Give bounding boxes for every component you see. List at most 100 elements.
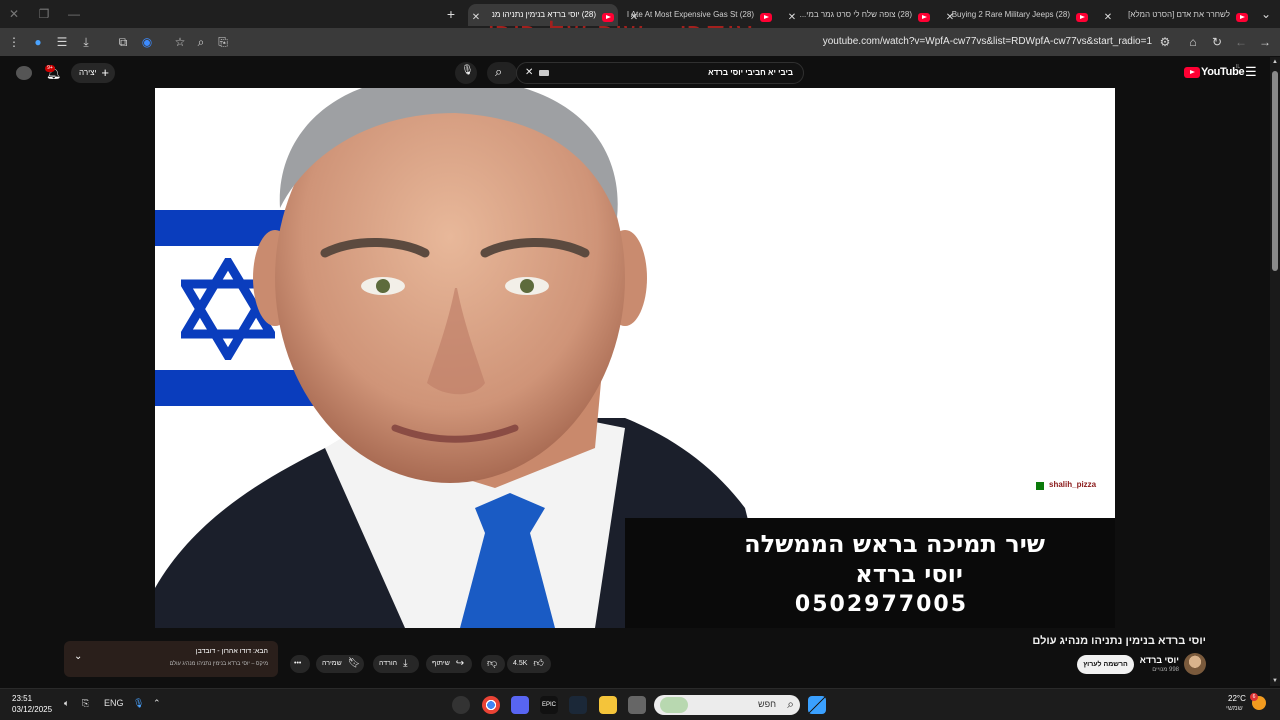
weather-description[interactable]: שמשי — [1226, 705, 1243, 712]
country-code: IL — [1236, 64, 1241, 70]
language-indicator[interactable]: ENG — [104, 698, 124, 708]
menu-dots-icon[interactable]: ⋮ — [6, 34, 22, 50]
forward-arrow-icon[interactable]: ← — [1233, 34, 1249, 50]
create-button[interactable]: יצירה + — [71, 63, 115, 83]
tab-search-chevron-icon[interactable]: ⌄ — [1258, 6, 1274, 22]
tray-overflow-chevron-icon[interactable]: ⌃ — [153, 698, 161, 709]
weather-badge: 6 — [1250, 693, 1258, 701]
up-next-card[interactable]: ⌄ הבא: דודו אהרון - דובדבן מיקס – יוסי ב… — [64, 641, 278, 677]
up-next-title: הבא: דודו אהרון - דובדבן — [195, 648, 268, 655]
chrome-icon[interactable] — [482, 696, 500, 714]
avatar[interactable] — [16, 66, 32, 80]
clock-time[interactable]: 23:51 — [12, 694, 32, 703]
video-info-bar: יוסי ברדא בנימין נתניהו מנהיג עולם יוסי … — [0, 628, 1280, 686]
caption-line-2: יוסי ברדא — [855, 560, 963, 588]
tab-close-icon[interactable]: ✕ — [786, 12, 798, 24]
recording-app-icon[interactable] — [452, 696, 470, 714]
tab-close-icon[interactable]: ✕ — [470, 12, 482, 24]
search-placeholder: חפש — [758, 699, 776, 709]
more-actions-button[interactable]: ••• — [290, 655, 310, 673]
channel-name[interactable]: יוסי ברדא — [1140, 655, 1179, 665]
extensions-icon[interactable]: ⧉ — [115, 34, 131, 50]
close-window-icon[interactable]: ✕ — [6, 6, 22, 22]
download-icon: ⤓ — [403, 658, 408, 669]
address-bar[interactable]: youtube.com/watch?v=WpfA-cw77vs&list=RDW… — [800, 36, 1152, 47]
voice-search-button[interactable]: 🎙︎ — [455, 62, 477, 84]
clear-search-icon[interactable]: ✕ — [525, 67, 533, 78]
scroll-down-icon[interactable]: ▼ — [1272, 678, 1278, 684]
up-next-subtitle: מיקס – יוסי ברדא בנימין נתניהו מנהיג עול… — [169, 661, 268, 667]
youtube-logo-icon[interactable] — [1184, 67, 1200, 78]
file-explorer-icon[interactable] — [599, 696, 617, 714]
zoom-icon[interactable]: ⌕ — [193, 34, 209, 50]
reading-list-icon[interactable]: ☰ — [54, 34, 70, 50]
download-button[interactable]: הורדה ⤓ — [373, 655, 419, 673]
network-icon[interactable]: ⎘ — [82, 698, 89, 709]
download-icon[interactable]: ⤓ — [78, 34, 94, 50]
create-label: יצירה — [79, 68, 97, 77]
share-arrow-icon: ↪ — [455, 658, 465, 669]
windows-start-icon[interactable] — [808, 696, 826, 714]
taskbar-search-input[interactable]: חפש ⌕ — [654, 695, 800, 715]
caption-phone: 0502977005 — [794, 592, 968, 617]
volume-icon[interactable]: 🔈︎ — [64, 698, 69, 709]
chevron-down-icon[interactable]: ⌄ — [74, 651, 82, 662]
page-scrollbar[interactable]: ▲ ▼ — [1270, 57, 1280, 686]
video-player[interactable]: שיר תמיכה בראש הממשלה יוסי ברדא 05029770… — [155, 88, 1115, 628]
bookmark-star-icon[interactable]: ☆ — [172, 34, 188, 50]
new-tab-icon[interactable]: + — [443, 6, 459, 22]
video-title: יוסי ברדא בנימין נתניהו מנהיג עולם — [1032, 635, 1206, 647]
like-button[interactable]: 4.5K 👍︎ — [507, 655, 551, 673]
tab-military-jeeps[interactable]: ✕ (28) Buying 2 Rare Military Jeeps — [942, 4, 1092, 26]
youtube-header: 🔔︎ 9+ יצירה + 🎙︎ ⌕ ✕ ביבי יא חביבי יוסי … — [0, 57, 1280, 89]
minimize-window-icon[interactable]: — — [66, 6, 82, 22]
keyboard-icon[interactable] — [539, 70, 549, 76]
microphone-icon: 🎙︎ — [461, 65, 474, 76]
weather-temperature[interactable]: 22°C — [1228, 694, 1246, 703]
like-count: 4.5K — [513, 660, 528, 667]
save-button[interactable]: שמירה 🔖︎ — [316, 655, 364, 673]
tab-close-icon[interactable]: ✕ — [1102, 12, 1114, 24]
tab-free-adam[interactable]: ✕ לשחרר את אדם [הסרט המלא] — [1100, 4, 1252, 26]
back-arrow-icon[interactable]: → — [1257, 34, 1273, 50]
search-input[interactable]: ✕ ביבי יא חביבי יוסי ברדא — [516, 62, 804, 84]
restore-window-icon[interactable]: ❐ — [36, 6, 52, 22]
youtube-favicon-icon — [1236, 13, 1248, 22]
channel-avatar[interactable] — [1184, 653, 1206, 675]
steam-icon[interactable] — [569, 696, 587, 714]
thumbs-up-icon: 👍︎ — [533, 658, 544, 669]
shield-extension-icon[interactable]: ◉ — [139, 34, 155, 50]
search-icon: ⌕ — [495, 64, 503, 79]
caption-line-1: שיר תמיכה בראש הממשלה — [744, 530, 1045, 558]
tab-label: (28) צופה שלח לי סרט גמר במי... — [799, 10, 912, 19]
thumbs-down-icon: 👎︎ — [487, 658, 498, 669]
discord-icon[interactable] — [511, 696, 529, 714]
epic-games-icon[interactable]: EPIC — [540, 696, 558, 714]
save-label: שמירה — [322, 660, 342, 667]
tab-viewer-sent[interactable]: ✕ (28) צופה שלח לי סרט גמר במי... — [784, 4, 934, 26]
search-button[interactable]: ⌕ — [487, 62, 517, 84]
watermark-logo-icon — [1036, 482, 1044, 490]
download-label: הורדה — [379, 660, 398, 667]
tab-label: (28) Buying 2 Rare Military Jeeps — [951, 10, 1070, 19]
scrollbar-thumb[interactable] — [1272, 71, 1278, 271]
windows-taskbar: 23:51 03/12/2025 🔈︎ ⎘ ENG 🎙︎ ⌃ EPIC חפש … — [0, 688, 1280, 720]
dislike-button[interactable]: 👎︎ — [481, 655, 505, 673]
notification-count-badge: 9+ — [45, 65, 55, 72]
profile-icon[interactable]: ● — [30, 34, 46, 50]
task-view-icon[interactable] — [628, 696, 646, 714]
site-settings-icon[interactable]: ⚙ — [1157, 34, 1173, 50]
share-button[interactable]: שיתוף ↪ — [426, 655, 472, 673]
microphone-tray-icon[interactable]: 🎙︎ — [133, 698, 144, 709]
more-dots-icon: ••• — [294, 660, 302, 667]
plus-icon: + — [101, 65, 109, 80]
hamburger-menu-icon[interactable]: ☰ — [1245, 64, 1257, 80]
install-app-icon[interactable]: ⎘ — [215, 34, 231, 50]
subscribe-button[interactable]: הרשמה לערוץ — [1077, 655, 1134, 674]
clock-date[interactable]: 03/12/2025 — [12, 705, 52, 714]
tab-label: לשחרר את אדם [הסרט המלא] — [1128, 10, 1230, 19]
bookmark-icon: 🔖︎ — [347, 658, 361, 669]
reload-icon[interactable]: ↻ — [1209, 34, 1225, 50]
scroll-up-icon[interactable]: ▲ — [1272, 59, 1278, 65]
home-icon[interactable]: ⌂ — [1185, 34, 1201, 50]
